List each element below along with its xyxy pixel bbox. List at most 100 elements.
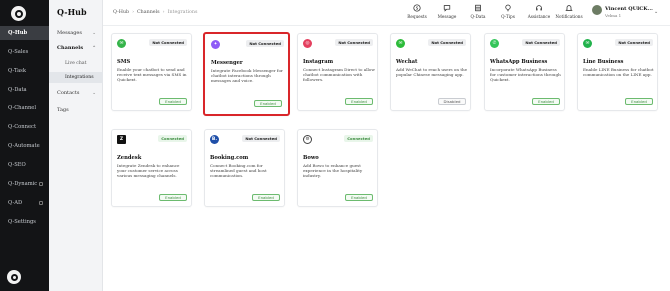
integration-card-messenger[interactable]: ✦ Not Connected Messenger Integrate Face… <box>203 32 290 116</box>
assistance-button[interactable]: Assistance <box>524 4 554 19</box>
card-description: Connect Booking.com for streamlined gues… <box>210 163 267 179</box>
rail-item-q-sales[interactable]: Q-Sales <box>0 45 49 59</box>
header-icon-label: Requests <box>407 14 427 19</box>
submenu-channels[interactable]: Channels ⌃ <box>49 45 103 51</box>
card-description: Integrate Zendesk to enhance your custom… <box>117 163 180 179</box>
integration-card-line-business[interactable]: ✉ Not Connected Line Business Enable LIN… <box>577 33 658 111</box>
rail-item-q-task[interactable]: Q-Task <box>0 64 49 78</box>
dollar-icon: $ <box>413 4 421 12</box>
rail-item-label: Q-Dynamic <box>8 181 38 187</box>
rail-item-q-seo[interactable]: Q-SEO <box>0 158 49 172</box>
enabled-button[interactable]: Enabled <box>625 98 653 105</box>
rail-item-label: Q-Task <box>8 68 26 74</box>
integration-card-zendesk[interactable]: Z Connected Zendesk Integrate Zendesk to… <box>111 129 192 207</box>
card-description: Add WeChat to reach users on the popular… <box>396 67 468 78</box>
app-rail: Q-Hub Q-Sales Q-Task Q-Data Q-Channel Q-… <box>0 0 49 291</box>
notifications-button[interactable]: Notifications <box>554 4 584 19</box>
breadcrumb-channels[interactable]: Channels <box>137 10 160 15</box>
rail-item-q-automate[interactable]: Q-Automate <box>0 139 49 153</box>
enabled-button[interactable]: Enabled <box>345 98 373 105</box>
whatsapp-icon: ✆ <box>490 39 499 48</box>
enabled-button[interactable]: Enabled <box>254 100 282 107</box>
enabled-button[interactable]: Enabled <box>159 194 187 201</box>
status-badge: Not Connected <box>615 39 653 46</box>
disabled-button[interactable]: Disabled <box>438 98 466 105</box>
submenu-integrations[interactable]: Integrations <box>49 72 103 83</box>
rail-item-q-ad[interactable]: Q-AD <box>0 196 49 210</box>
rail-item-label: Q-SEO <box>8 162 26 168</box>
user-name: Vincent QUICK... <box>605 6 653 12</box>
enabled-button[interactable]: Enabled <box>252 194 280 201</box>
card-title: SMS <box>117 59 131 65</box>
chat-icon <box>443 5 451 12</box>
enabled-button[interactable]: Enabled <box>345 194 373 201</box>
q-tips-button[interactable]: Q-Tips <box>493 4 523 19</box>
integration-card-instagram[interactable]: ◎ Not Connected Instagram Connect Instag… <box>297 33 378 111</box>
card-description: Add Bowo to enhance guest experience in … <box>303 163 363 179</box>
submenu-label: Tags <box>57 107 69 113</box>
rail-item-label: Q-AD <box>8 200 23 206</box>
integration-card-bowo[interactable]: ⚙ Connected Bowo Add Bowo to enhance gue… <box>297 129 378 207</box>
message-button[interactable]: Message <box>432 4 462 19</box>
submenu-contacts[interactable]: Contacts ⌄ <box>49 90 103 96</box>
submenu-tags[interactable]: Tags <box>49 107 103 113</box>
rail-item-q-settings[interactable]: Q-Settings <box>0 215 49 229</box>
integration-card-sms[interactable]: ✉ Not Connected SMS Enable your chatbot … <box>111 33 192 111</box>
rail-item-label: Q-Automate <box>8 143 40 149</box>
integration-card-booking[interactable]: B. Not Connected Booking.com Connect Boo… <box>204 129 285 207</box>
breadcrumb-q-hub[interactable]: Q-Hub <box>113 10 129 15</box>
header-icon-label: Assistance <box>527 14 551 19</box>
integration-card-whatsapp-business[interactable]: ✆ Not Connected WhatsApp Business Incorp… <box>484 33 565 111</box>
rail-item-q-data[interactable]: Q-Data <box>0 83 49 97</box>
rail-item-q-hub[interactable]: Q-Hub <box>0 26 49 40</box>
sms-icon: ✉ <box>117 39 126 48</box>
status-badge: Connected <box>344 135 373 142</box>
bulb-icon <box>505 4 511 12</box>
app-logo-icon[interactable] <box>11 6 26 21</box>
enabled-button[interactable]: Enabled <box>159 98 187 105</box>
zendesk-icon: Z <box>117 135 126 144</box>
wechat-icon: ✉ <box>396 39 405 48</box>
integration-card-wechat[interactable]: ✉ Not Connected Wechat Add WeChat to rea… <box>390 33 471 111</box>
chevron-down-icon: ⌄ <box>92 31 96 36</box>
rail-item-q-channel[interactable]: Q-Channel <box>0 101 49 115</box>
breadcrumb-integrations: Integrations <box>167 10 198 15</box>
chevron-down-icon: ⌄ <box>654 9 659 15</box>
rail-item-label: Q-Connect <box>8 124 37 130</box>
rail-item-q-connect[interactable]: Q-Connect <box>0 120 49 134</box>
instagram-icon: ◎ <box>303 39 312 48</box>
rail-item-q-dynamic[interactable]: Q-Dynamic <box>0 177 49 191</box>
bowo-icon: ⚙ <box>303 135 312 144</box>
card-title: WhatsApp Business <box>490 59 548 65</box>
rail-item-label: Q-Settings <box>8 219 36 225</box>
enabled-button[interactable]: Enabled <box>532 98 560 105</box>
status-badge: Not Connected <box>522 39 560 46</box>
card-description: Incorporate WhatsApp Business for custom… <box>490 67 561 83</box>
help-icon[interactable] <box>7 270 21 284</box>
line-icon: ✉ <box>583 39 592 48</box>
card-description: Integrate Facebook Messenger for chatbot… <box>211 68 283 84</box>
breadcrumb: Q-Hub › Channels › Integrations <box>113 10 198 15</box>
header-icon-label: Notifications <box>555 14 583 19</box>
card-title: Instagram <box>303 59 334 65</box>
submenu-live-chat[interactable]: Live chat <box>49 61 103 66</box>
card-title: Zendesk <box>117 155 142 161</box>
app-title: Q-Hub <box>57 7 87 17</box>
booking-icon: B. <box>210 135 219 144</box>
status-badge: Not Connected <box>246 40 284 47</box>
q-data-button[interactable]: Q-Data <box>463 4 493 19</box>
header-icon-label: Message <box>437 14 457 19</box>
rail-item-label: Q-Hub <box>8 30 28 36</box>
card-title: Wechat <box>396 59 418 65</box>
header-icon-label: Q-Data <box>470 14 486 19</box>
svg-text:$: $ <box>416 6 419 12</box>
requests-button[interactable]: $ Requests <box>402 4 432 19</box>
submenu-messages[interactable]: Messages ⌄ <box>49 30 103 36</box>
submenu-label: Channels <box>57 45 84 51</box>
header-icon-label: Q-Tips <box>501 14 515 19</box>
status-badge: Not Connected <box>428 39 466 46</box>
status-badge: Not Connected <box>335 39 373 46</box>
card-description: Connect Instagram Direct to allow chatbo… <box>303 67 375 83</box>
status-badge: Not Connected <box>149 39 187 46</box>
rail-item-label: Q-Data <box>8 87 27 93</box>
